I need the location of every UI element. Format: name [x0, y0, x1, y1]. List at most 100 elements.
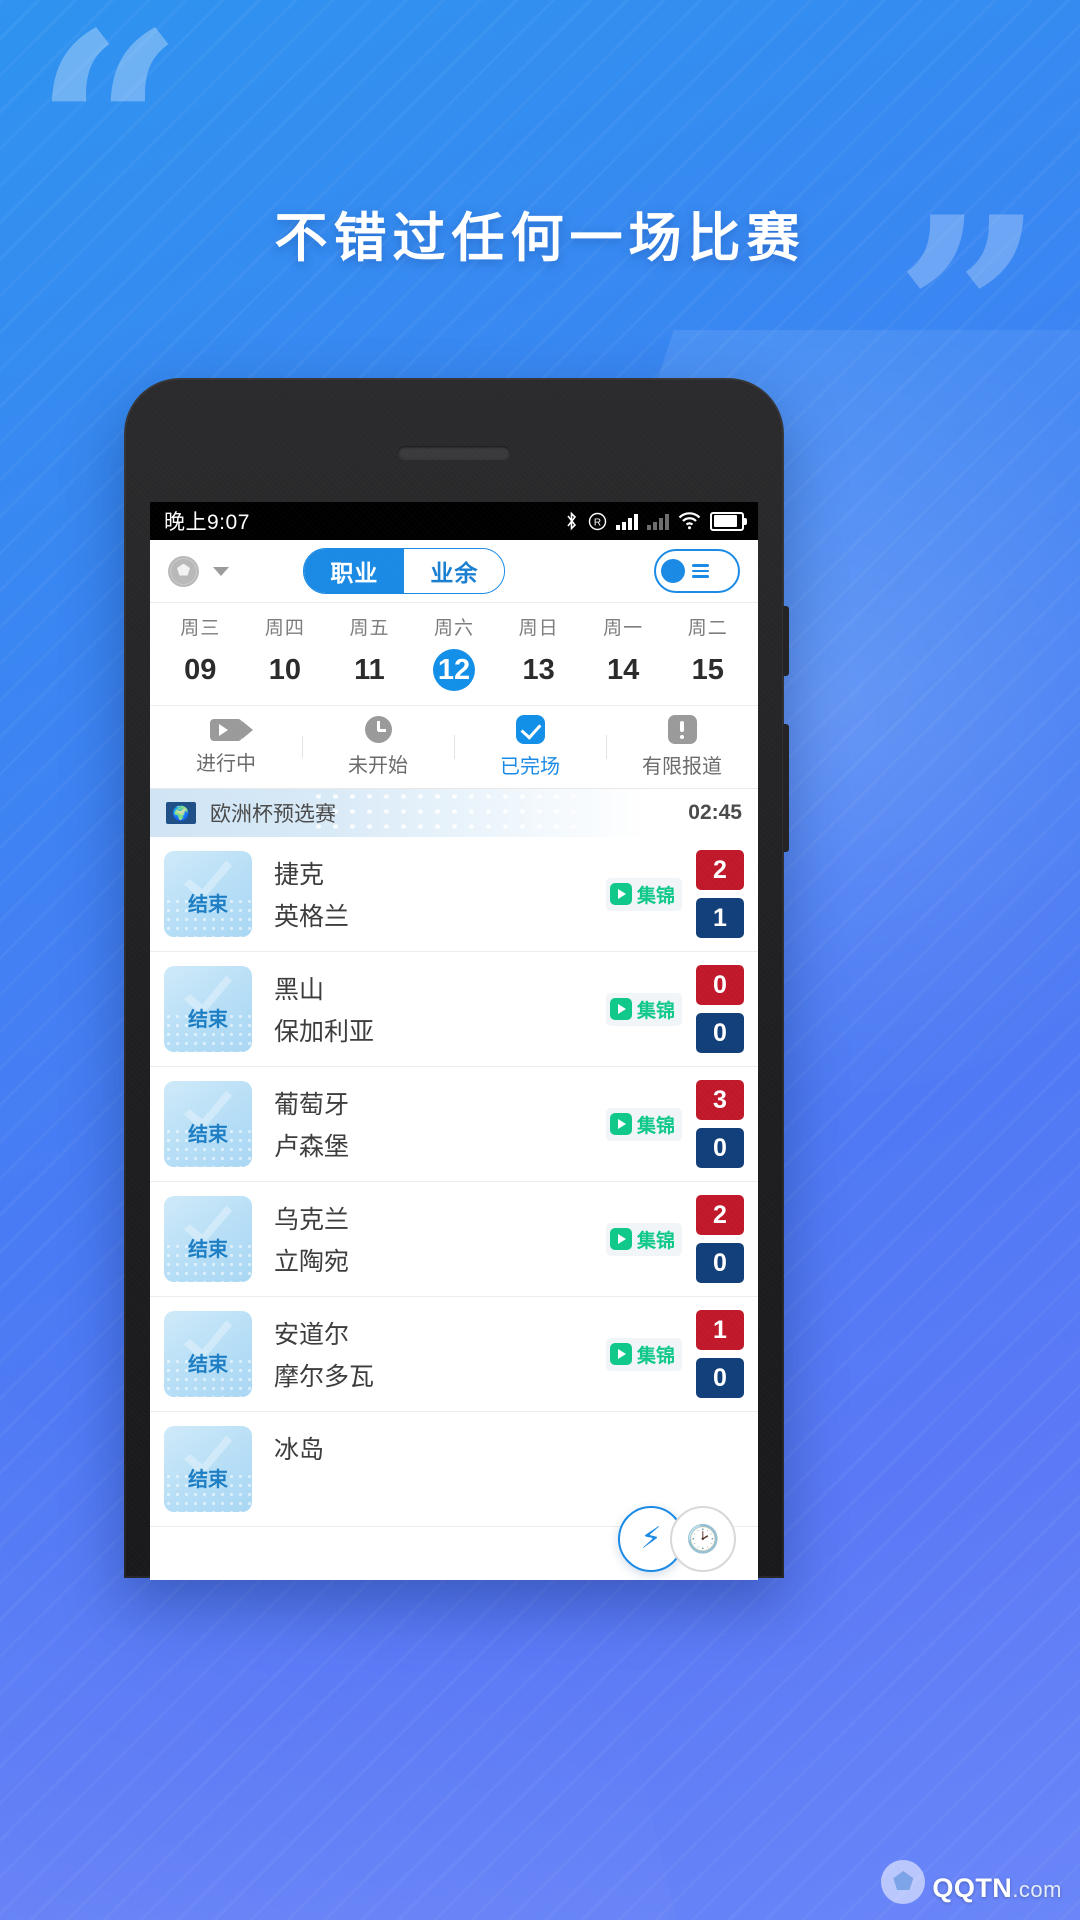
match-teams: 黑山 保加利亚 [274, 970, 606, 1048]
match-row[interactable]: 结束 冰岛 [150, 1412, 758, 1527]
match-teams: 安道尔 摩尔多瓦 [274, 1315, 606, 1393]
tab-professional[interactable]: 职业 [304, 549, 405, 593]
match-scores: 2 1 [696, 850, 744, 938]
phone-power-button [783, 606, 789, 676]
match-scores: 1 0 [696, 1310, 744, 1398]
filter-tab-limited-coverage[interactable]: 有限报道 [606, 715, 758, 779]
toggle-knob [660, 559, 685, 583]
filter-label: 进行中 [196, 752, 256, 775]
home-team-name: 葡萄牙 [274, 1091, 350, 1119]
promo-page: “ ” 不错过任何一场比赛 晚上9:07 R 职业 业余 周三 09 周四 10… [0, 0, 1080, 1920]
home-team-name: 乌克兰 [274, 1206, 350, 1234]
match-teams: 乌克兰 立陶宛 [274, 1200, 606, 1278]
home-score: 3 [696, 1080, 744, 1120]
signal-dim-icon [647, 513, 669, 530]
date-cell-0[interactable]: 周三 09 [158, 613, 243, 691]
away-team-name: 立陶宛 [274, 1248, 350, 1276]
date-dow: 周四 [264, 618, 305, 639]
clock-icon: 🕑 [686, 1524, 720, 1554]
clock-fab-button[interactable]: 🕑 [670, 1506, 736, 1572]
date-cell-5[interactable]: 周一 14 [581, 613, 666, 691]
date-dow: 周二 [687, 618, 728, 639]
lightning-icon: ⚡ [640, 1522, 662, 1555]
watermark-brand: QQTN [932, 1873, 1013, 1903]
match-status-badge: 结束 [164, 851, 252, 937]
status-bar-icons: R [564, 511, 747, 531]
signal-icon [616, 513, 638, 530]
soccer-ball-icon[interactable] [168, 555, 199, 587]
date-cell-2[interactable]: 周五 11 [327, 613, 412, 691]
league-dot-pattern [310, 789, 578, 837]
highlight-button[interactable]: 集锦 [605, 1337, 682, 1371]
filter-tabs[interactable]: 进行中 未开始 已完场 有限报道 [150, 706, 758, 789]
wifi-icon [678, 512, 701, 530]
date-cell-4[interactable]: 周日 13 [496, 613, 581, 691]
away-team-name: 英格兰 [274, 903, 350, 931]
status-bar: 晚上9:07 R [150, 502, 758, 540]
match-row[interactable]: 结束 安道尔 摩尔多瓦 集锦 1 0 [150, 1297, 758, 1412]
home-team-name: 捷克 [274, 861, 325, 889]
home-team-name: 黑山 [274, 976, 325, 1004]
filter-tab-in-progress[interactable]: 进行中 [150, 718, 302, 776]
highlight-button[interactable]: 集锦 [605, 1107, 682, 1141]
tab-amateur[interactable]: 业余 [404, 549, 505, 593]
league-header[interactable]: 🌍 欧洲杯预选赛 02:45 [150, 789, 758, 837]
filter-tab-finished[interactable]: 已完场 [454, 715, 606, 779]
play-icon [609, 998, 632, 1020]
date-cell-1[interactable]: 周四 10 [243, 613, 328, 691]
date-cell-3-selected[interactable]: 周六 12 [412, 613, 497, 691]
match-scores: 3 0 [696, 1080, 744, 1168]
date-dow: 周六 [434, 618, 475, 639]
away-score: 0 [696, 1013, 744, 1053]
match-status-badge: 结束 [164, 1081, 252, 1167]
match-row[interactable]: 结束 乌克兰 立陶宛 集锦 2 0 [150, 1182, 758, 1297]
home-score: 1 [696, 1310, 744, 1350]
highlight-label: 集锦 [636, 1115, 675, 1137]
home-score: 0 [696, 965, 744, 1005]
battery-icon [710, 511, 747, 531]
date-dow: 周五 [349, 618, 390, 639]
league-time: 02:45 [688, 801, 742, 824]
floating-action-buttons[interactable]: ⚡ 🕑 [618, 1506, 736, 1572]
date-dow: 周三 [180, 618, 221, 639]
video-camera-icon [210, 718, 253, 741]
filter-tab-not-started[interactable]: 未开始 [302, 716, 454, 778]
lightning-fab-button[interactable]: ⚡ [618, 1506, 684, 1572]
date-number: 13 [522, 654, 555, 686]
match-status-label: 结束 [188, 1008, 228, 1031]
chevron-down-icon[interactable] [213, 566, 229, 576]
watermark: QQTN.com [881, 1860, 1062, 1904]
promo-headline: 不错过任何一场比赛 [274, 209, 806, 268]
svg-text:R: R [594, 517, 601, 528]
list-toggle-icon[interactable] [653, 549, 740, 593]
home-score: 2 [696, 1195, 744, 1235]
filter-label: 有限报道 [642, 756, 722, 778]
match-row[interactable]: 结束 捷克 英格兰 集锦 2 1 [150, 837, 758, 952]
warning-icon [667, 715, 697, 744]
toggle-lines [691, 564, 709, 578]
match-scores: 2 0 [696, 1195, 744, 1283]
match-row[interactable]: 结束 葡萄牙 卢森堡 集锦 3 0 [150, 1067, 758, 1182]
date-number: 15 [691, 654, 724, 686]
category-segmented-control[interactable]: 职业 业余 [303, 548, 506, 594]
phone-mockup: 晚上9:07 R 职业 业余 周三 09 周四 10 周五 11 周六 12 周… [124, 378, 789, 1580]
match-row[interactable]: 结束 黑山 保加利亚 集锦 0 0 [150, 952, 758, 1067]
date-number: 14 [607, 654, 640, 686]
play-icon [609, 1113, 632, 1135]
highlight-label: 集锦 [636, 1000, 675, 1022]
highlight-button[interactable]: 集锦 [605, 992, 682, 1026]
watermark-ball-icon [881, 1860, 926, 1904]
check-icon [515, 715, 545, 744]
world-map-icon: 🌍 [166, 802, 196, 824]
away-score: 0 [696, 1128, 744, 1168]
highlight-button[interactable]: 集锦 [605, 877, 682, 911]
watermark-suffix: .com [1012, 1877, 1062, 1902]
match-status-label: 结束 [188, 1353, 228, 1376]
highlight-button[interactable]: 集锦 [605, 1222, 682, 1256]
date-cell-6[interactable]: 周二 15 [665, 613, 750, 691]
match-status-badge: 结束 [164, 1426, 252, 1512]
highlight-label: 集锦 [636, 1230, 675, 1252]
match-teams: 冰岛 [274, 1430, 744, 1508]
date-strip[interactable]: 周三 09 周四 10 周五 11 周六 12 周日 13 周一 14 周二 1… [150, 603, 758, 706]
match-status-label: 结束 [188, 1238, 228, 1261]
